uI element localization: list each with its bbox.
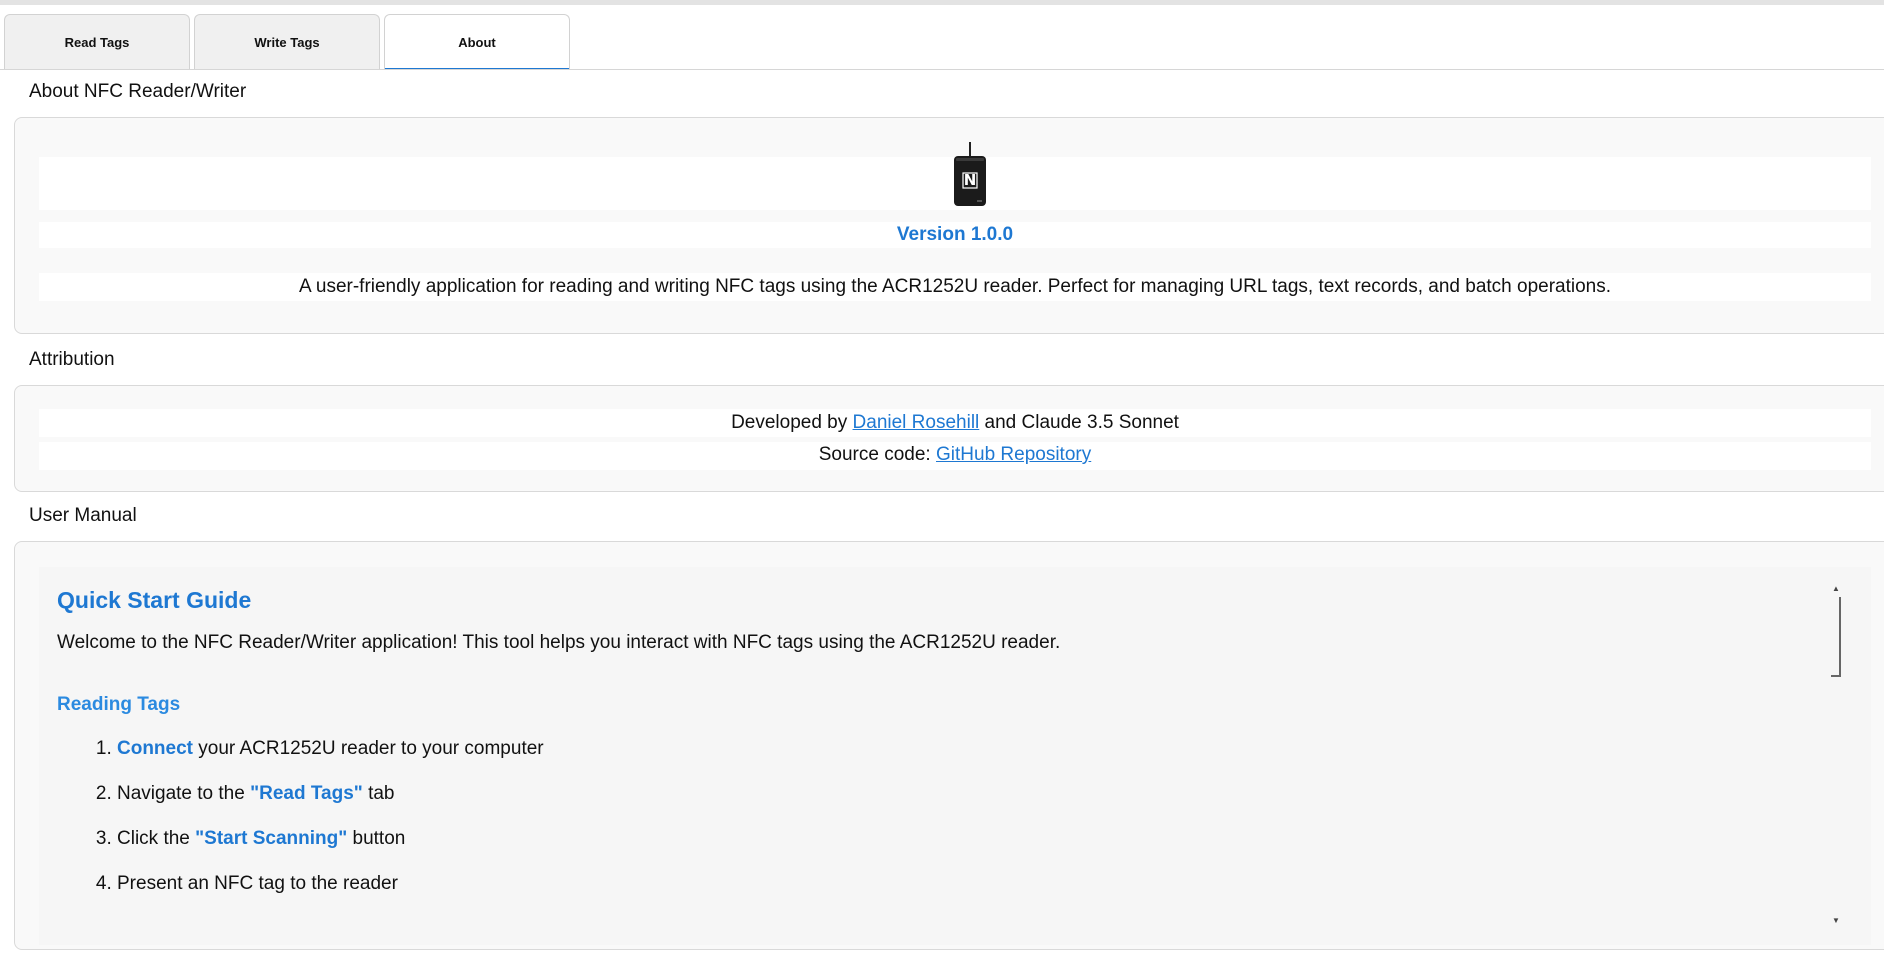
user-manual-panel: Quick Start Guide Welcome to the NFC Rea…	[14, 541, 1884, 950]
tab-about[interactable]: About	[384, 14, 570, 70]
tab-read-tags[interactable]: Read Tags	[4, 14, 190, 69]
version-label: Version 1.0.0	[896, 224, 1014, 245]
reading-tags-title: Reading Tags	[57, 694, 181, 715]
step-highlight: "Start Scanning"	[195, 828, 348, 849]
scroll-down-arrow-icon[interactable]: ▼	[1829, 915, 1843, 927]
attribution-panel: Developed by Daniel Rosehill and Claude …	[14, 385, 1884, 492]
welcome-text: Welcome to the NFC Reader/Writer applica…	[57, 632, 1061, 653]
step-text: Present an NFC tag to the reader	[117, 873, 398, 894]
step-text: Click the	[117, 828, 196, 849]
list-item: Connect your ACR1252U reader to your com…	[117, 738, 1837, 760]
quick-start-title: Quick Start Guide	[57, 587, 252, 613]
step-text: tab	[362, 783, 395, 804]
scroll-up-arrow-icon[interactable]: ▲	[1829, 583, 1843, 595]
about-panel: N Version 1.0.0 A user-friendly applicat…	[14, 117, 1884, 334]
step-text: Navigate to the	[117, 783, 251, 804]
svg-text:N: N	[964, 171, 977, 189]
developed-by-text: Developed by	[731, 412, 853, 433]
list-item: Click the "Start Scanning" button	[117, 828, 1837, 850]
attribution-heading: Attribution	[29, 349, 115, 370]
window-top-bar	[0, 0, 1884, 5]
app-description: A user-friendly application for reading …	[298, 276, 1612, 297]
manual-scroll-area[interactable]: Quick Start Guide Welcome to the NFC Rea…	[39, 567, 1871, 945]
tab-divider	[0, 69, 1884, 70]
reading-steps-list: Connect your ACR1252U reader to your com…	[57, 738, 1837, 895]
step-highlight: Connect	[117, 738, 193, 759]
list-item: Present an NFC tag to the reader	[117, 873, 1837, 895]
step-text: your ACR1252U reader to your computer	[193, 738, 544, 759]
tab-write-tags[interactable]: Write Tags	[194, 14, 380, 69]
developed-suffix-text: and Claude 3.5 Sonnet	[979, 412, 1179, 433]
about-heading: About NFC Reader/Writer	[29, 81, 247, 102]
step-highlight: "Read Tags"	[250, 783, 363, 804]
developer-line: Developed by Daniel Rosehill and Claude …	[39, 412, 1871, 434]
nfc-reader-icon: N	[953, 142, 987, 206]
step-text: button	[347, 828, 406, 849]
user-manual-heading: User Manual	[29, 505, 137, 526]
manual-content: Quick Start Guide Welcome to the NFC Rea…	[57, 587, 1837, 918]
vertical-scrollbar[interactable]: ▲ ▼	[1829, 583, 1843, 927]
scrollbar-thumb[interactable]	[1831, 597, 1841, 677]
github-repository-link[interactable]: GitHub Repository	[936, 444, 1091, 465]
source-code-text: Source code:	[818, 444, 936, 465]
developer-link[interactable]: Daniel Rosehill	[853, 412, 980, 433]
source-line: Source code: GitHub Repository	[39, 444, 1871, 466]
list-item: Navigate to the "Read Tags" tab	[117, 783, 1837, 805]
